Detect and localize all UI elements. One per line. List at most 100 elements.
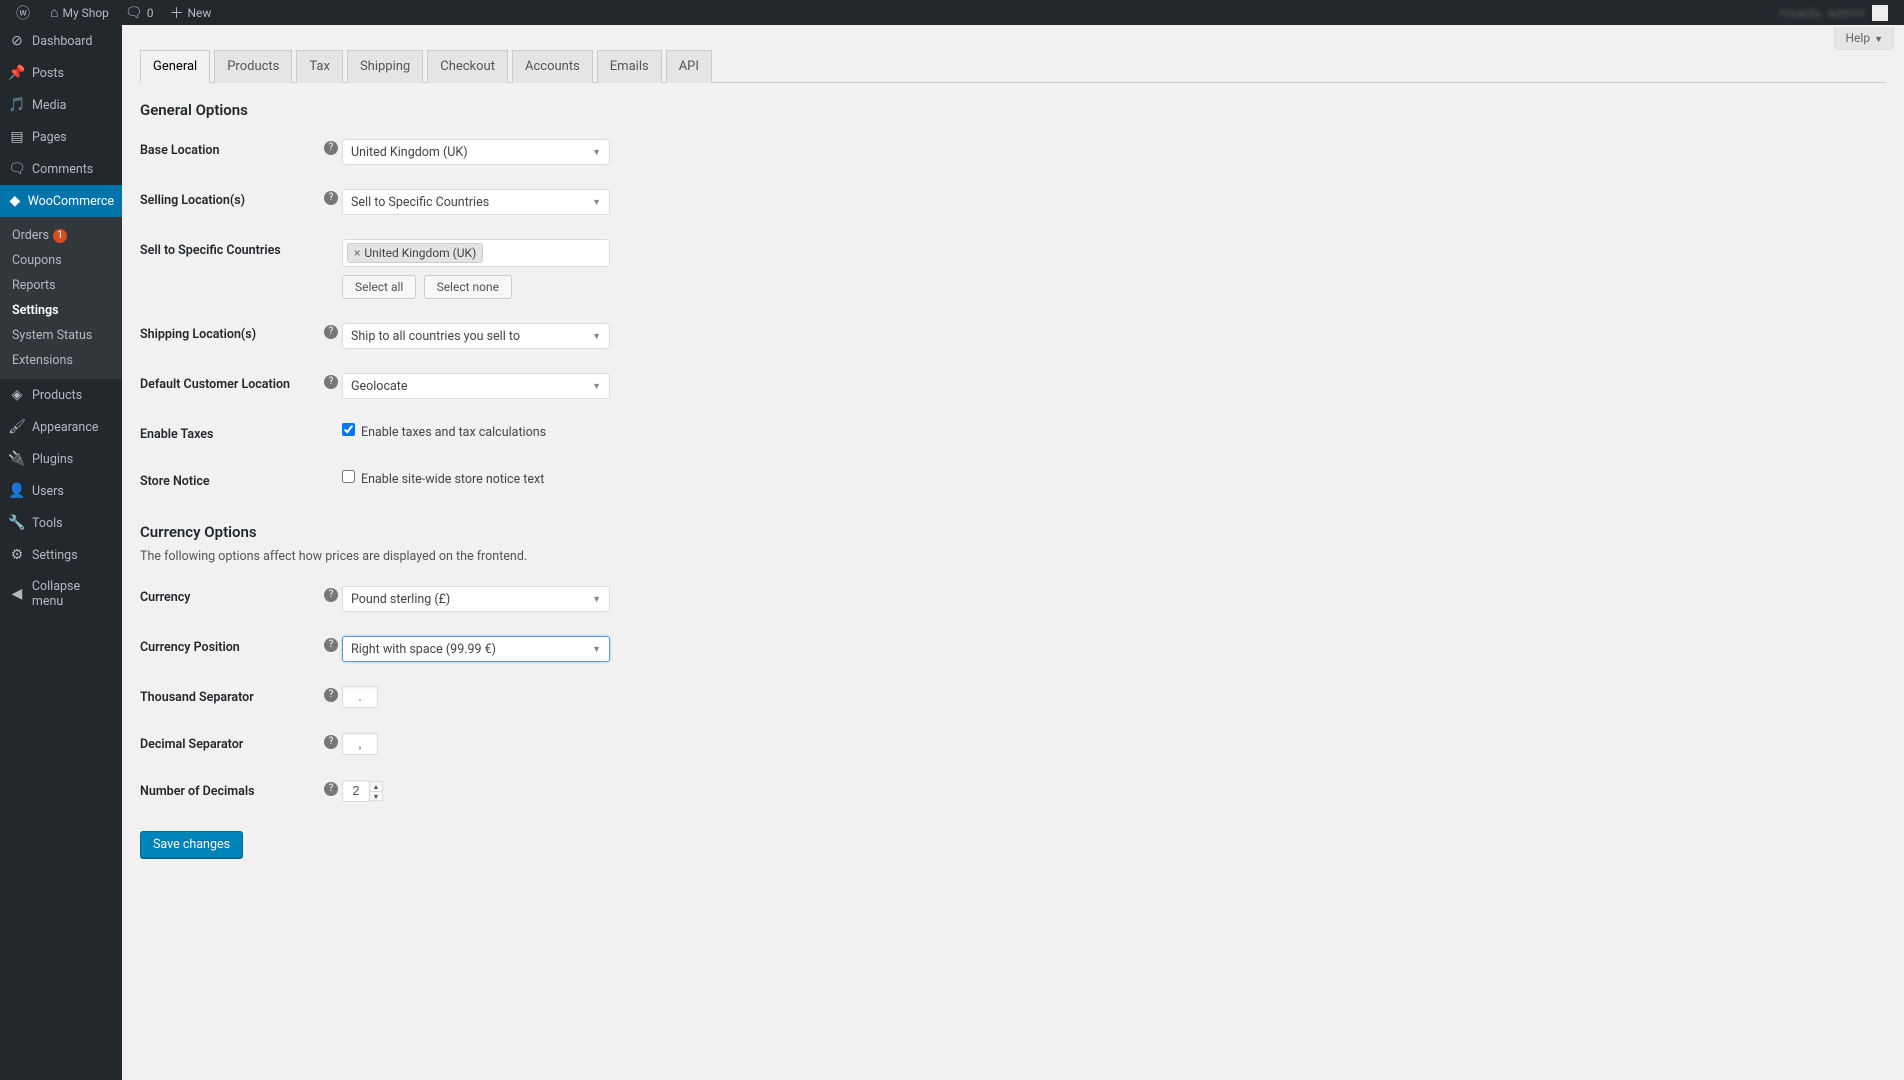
settings-icon: ⚙	[8, 547, 26, 563]
tab-api[interactable]: API	[666, 50, 712, 83]
menu-tools[interactable]: 🔧 Tools	[0, 507, 122, 539]
submenu-extensions[interactable]: Extensions	[0, 348, 122, 373]
section-title-general: General Options	[140, 101, 1886, 119]
user-account-link[interactable]: Howdy, admin	[1771, 0, 1896, 25]
menu-plugins[interactable]: 🔌Plugins	[0, 443, 122, 475]
help-icon[interactable]: ?	[324, 375, 338, 389]
select-all-button[interactable]: Select all	[342, 275, 416, 299]
chevron-down-icon: ▼	[592, 644, 601, 655]
submenu-system-status[interactable]: System Status	[0, 323, 122, 348]
help-icon[interactable]: ?	[324, 141, 338, 155]
comment-icon: 🗨	[125, 5, 143, 21]
select-shipping-locations[interactable]: Ship to all countries you sell to▼	[342, 323, 610, 349]
help-icon[interactable]: ?	[324, 638, 338, 652]
tab-checkout[interactable]: Checkout	[427, 50, 508, 83]
site-name-link[interactable]: ⌂My Shop	[42, 0, 117, 25]
menu-media[interactable]: 🎵Media	[0, 89, 122, 121]
input-thousand-separator[interactable]	[342, 686, 378, 708]
submenu-label: Orders	[12, 228, 49, 243]
orders-badge: 1	[53, 229, 67, 243]
content-wrap: Help▼ General Products Tax Shipping Chec…	[122, 0, 1904, 878]
media-icon: 🎵	[8, 97, 26, 113]
menu-posts[interactable]: 📌Posts	[0, 57, 122, 89]
select-default-customer-location[interactable]: Geolocate▼	[342, 373, 610, 399]
input-number-of-decimals[interactable]	[342, 780, 370, 802]
new-content-label: New	[187, 6, 211, 20]
tag-label: United Kingdom (UK)	[364, 246, 476, 260]
menu-users[interactable]: 👤 Users	[0, 475, 122, 507]
menu-label: Plugins	[32, 452, 73, 467]
submenu-label: Settings	[12, 303, 59, 318]
help-icon[interactable]: ?	[324, 588, 338, 602]
tab-emails[interactable]: Emails	[597, 50, 662, 83]
tab-products[interactable]: Products	[214, 50, 292, 83]
tab-shipping[interactable]: Shipping	[347, 50, 423, 83]
checkbox-store-notice[interactable]	[342, 470, 355, 483]
select-none-button[interactable]: Select none	[424, 275, 512, 299]
woocommerce-icon: ◆	[8, 193, 22, 209]
select-base-location[interactable]: United Kingdom (UK) ▼	[342, 139, 610, 165]
country-tag: × United Kingdom (UK)	[347, 243, 483, 263]
menu-appearance[interactable]: 🖌Appearance	[0, 411, 122, 443]
menu-collapse[interactable]: ◀Collapse menu	[0, 571, 122, 617]
help-icon[interactable]: ?	[324, 782, 338, 796]
submenu-label: Reports	[12, 278, 56, 293]
menu-comments[interactable]: 🗨Comments	[0, 153, 122, 185]
submenu-coupons[interactable]: Coupons	[0, 248, 122, 273]
help-icon[interactable]: ?	[324, 325, 338, 339]
menu-label: WooCommerce	[28, 194, 114, 209]
home-icon: ⌂	[50, 4, 58, 21]
menu-label: Users	[32, 484, 64, 499]
label-default-customer-location: Default Customer Location	[140, 361, 320, 411]
menu-woocommerce[interactable]: ◆ WooCommerce	[0, 185, 122, 217]
menu-label: Tools	[32, 516, 63, 531]
section-title-currency: Currency Options	[140, 523, 1886, 541]
help-icon[interactable]: ?	[324, 735, 338, 749]
select-selling-locations[interactable]: Sell to Specific Countries▼	[342, 189, 610, 215]
admin-sidebar: ⊘Dashboard 📌Posts 🎵Media ▤Pages 🗨Comment…	[0, 25, 122, 1080]
menu-pages[interactable]: ▤Pages	[0, 121, 122, 153]
checkbox-enable-taxes[interactable]	[342, 423, 355, 436]
stepper-up-icon[interactable]: ▲	[369, 781, 383, 791]
select-value: Right with space (99.99 €)	[351, 642, 496, 657]
menu-label: Comments	[32, 162, 93, 177]
plus-icon: ＋	[169, 3, 183, 23]
submenu-reports[interactable]: Reports	[0, 273, 122, 298]
tab-general[interactable]: General	[140, 50, 210, 83]
checkbox-enable-taxes-label[interactable]: Enable taxes and tax calculations	[342, 425, 546, 440]
menu-dashboard[interactable]: ⊘Dashboard	[0, 25, 122, 57]
new-content-link[interactable]: ＋ New	[161, 0, 219, 25]
help-tab[interactable]: Help▼	[1834, 27, 1894, 50]
chevron-down-icon: ▼	[592, 147, 601, 158]
menu-settings[interactable]: ⚙Settings	[0, 539, 122, 571]
appearance-icon: 🖌	[8, 419, 26, 435]
help-icon[interactable]: ?	[324, 191, 338, 205]
label-decimal-separator: Decimal Separator	[140, 721, 320, 768]
stepper-down-icon[interactable]: ▼	[369, 791, 383, 801]
menu-products[interactable]: ◈Products	[0, 379, 122, 411]
help-icon[interactable]: ?	[324, 688, 338, 702]
save-changes-button[interactable]: Save changes	[140, 831, 243, 858]
submenu-label: Coupons	[12, 253, 62, 268]
select-value: United Kingdom (UK)	[351, 145, 468, 160]
tab-tax[interactable]: Tax	[296, 50, 343, 83]
wp-logo[interactable]: ⓦ	[8, 0, 42, 25]
comments-link[interactable]: 🗨0	[117, 0, 162, 25]
select-value: Geolocate	[351, 379, 408, 394]
remove-tag-icon[interactable]: ×	[354, 246, 360, 260]
collapse-icon: ◀	[8, 586, 26, 602]
multiselect-countries[interactable]: × United Kingdom (UK)	[342, 239, 610, 267]
user-greeting: Howdy, admin	[1779, 6, 1866, 20]
checkbox-store-notice-label[interactable]: Enable site-wide store notice text	[342, 472, 544, 487]
select-currency-position[interactable]: Right with space (99.99 €) ▼	[342, 636, 610, 662]
select-currency[interactable]: Pound sterling (£)▼	[342, 586, 610, 612]
page-icon: ▤	[8, 129, 26, 145]
input-decimal-separator[interactable]	[342, 733, 378, 755]
users-icon: 👤	[8, 483, 26, 499]
select-value: Pound sterling (£)	[351, 592, 450, 607]
tab-accounts[interactable]: Accounts	[512, 50, 593, 83]
tools-icon: 🔧	[8, 515, 26, 531]
submenu-settings[interactable]: Settings	[0, 298, 122, 323]
checkbox-label-text: Enable taxes and tax calculations	[361, 425, 546, 440]
submenu-orders[interactable]: Orders 1	[0, 223, 122, 248]
